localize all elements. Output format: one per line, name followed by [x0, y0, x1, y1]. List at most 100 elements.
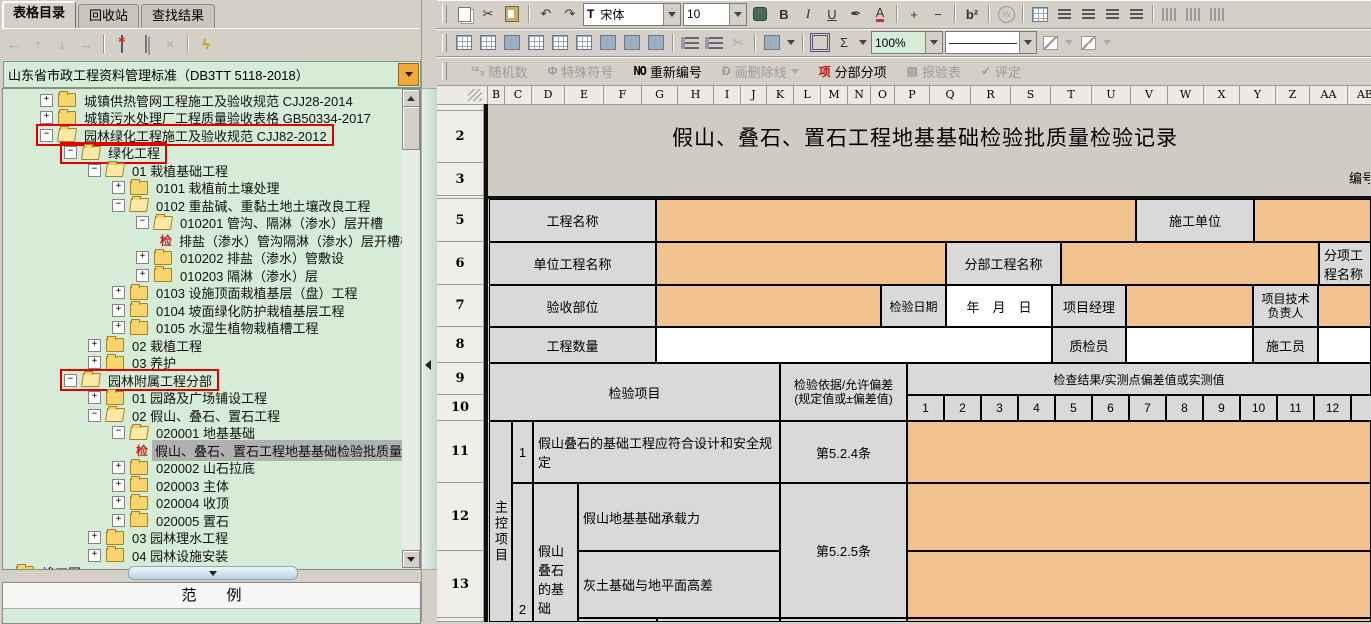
tree-vertical-scrollbar[interactable]	[402, 89, 418, 567]
expand-icon[interactable]: +	[112, 496, 125, 509]
panel-collapse-handle[interactable]	[128, 566, 298, 580]
cell-input[interactable]	[907, 551, 1371, 618]
column-header-S[interactable]: S	[1011, 86, 1051, 105]
expand-icon[interactable]: +	[112, 286, 125, 299]
column-header-H[interactable]: H	[678, 86, 714, 105]
row-header-13[interactable]: 13	[437, 551, 484, 618]
expand-icon[interactable]: +	[88, 356, 101, 369]
row-header-14[interactable]	[437, 618, 484, 622]
cell-input[interactable]	[1126, 327, 1253, 363]
result-col-10[interactable]: 10	[1240, 395, 1277, 421]
result-col-2[interactable]: 2	[944, 395, 981, 421]
align-justify-icon[interactable]	[1125, 4, 1147, 24]
column-header-T[interactable]: T	[1051, 86, 1092, 105]
cell-input[interactable]	[1318, 285, 1371, 327]
italic-icon[interactable]: I	[797, 4, 819, 24]
combo-dropdown-button[interactable]	[925, 32, 942, 53]
expand-icon[interactable]: +	[136, 251, 149, 264]
table-fill-icon[interactable]	[501, 33, 523, 53]
column-header-Q[interactable]: Q	[930, 86, 971, 105]
expand-icon[interactable]: +	[88, 531, 101, 544]
row-header-11[interactable]: 11	[437, 421, 484, 483]
standard-selector-dropdown-button[interactable]	[398, 63, 419, 86]
dropdown-arrow-icon[interactable]	[785, 40, 797, 45]
undo-icon[interactable]: ↶	[535, 4, 557, 24]
sum-icon[interactable]: Σ	[833, 33, 855, 53]
result-col-7[interactable]: 7	[1129, 395, 1166, 421]
tree-item[interactable]: 竣工图	[14, 564, 86, 571]
insert-frame-icon[interactable]	[809, 33, 831, 53]
result-col-3[interactable]: 3	[981, 395, 1018, 421]
column-header-C[interactable]: C	[505, 86, 532, 105]
row-header-3[interactable]: 3	[437, 163, 484, 196]
align-left-icon[interactable]	[1053, 4, 1075, 24]
cell-input[interactable]	[1318, 327, 1371, 363]
row-header-8[interactable]: 8	[437, 327, 484, 363]
collapse-icon[interactable]: −	[112, 199, 125, 212]
tree-item-label[interactable]: 竣工图	[39, 562, 84, 570]
lock-cell-icon[interactable]	[645, 33, 667, 53]
dropdown-arrow-icon[interactable]	[857, 40, 869, 45]
splitter-collapse-arrow-icon[interactable]	[425, 360, 431, 370]
column-header-Z[interactable]: Z	[1276, 86, 1310, 105]
scroll-down-button[interactable]	[402, 550, 420, 568]
collapse-icon[interactable]: −	[88, 409, 101, 422]
collapse-icon[interactable]: −	[40, 129, 53, 142]
result-col-4[interactable]: 4	[1018, 395, 1055, 421]
expand-icon[interactable]: +	[88, 391, 101, 404]
delete-cell-icon[interactable]	[477, 33, 499, 53]
renumber-button[interactable]: NO重新编号	[633, 62, 701, 81]
row-header-7[interactable]: 7	[437, 285, 484, 327]
expand-icon[interactable]: +	[40, 111, 53, 124]
zoom-combo[interactable]: 100%	[871, 31, 943, 54]
column-header-L[interactable]: L	[794, 86, 821, 105]
column-header-I[interactable]: I	[714, 86, 741, 105]
underline-icon[interactable]: U	[821, 4, 843, 24]
redo-icon[interactable]: ↷	[559, 4, 581, 24]
cell-input[interactable]	[656, 242, 946, 285]
cell-date_placeholder[interactable]: 年 月 日	[946, 285, 1052, 327]
row-header-10[interactable]: 10	[437, 395, 484, 421]
column-header-R[interactable]: R	[971, 86, 1011, 105]
column-header-G[interactable]: G	[642, 86, 678, 105]
subitem-button[interactable]: 项分部分项	[819, 62, 887, 81]
scroll-up-button[interactable]	[402, 89, 420, 107]
collapse-icon[interactable]: −	[88, 164, 101, 177]
filter-icon[interactable]: ϟ	[196, 34, 216, 54]
toolbar-grip[interactable]	[442, 5, 447, 23]
cell-input[interactable]	[1061, 242, 1319, 285]
collapse-icon[interactable]: −	[136, 216, 149, 229]
format-painter-icon[interactable]	[749, 4, 771, 24]
font-combo[interactable]: T宋体	[583, 3, 681, 26]
new-table-icon[interactable]	[112, 34, 132, 54]
tree-item[interactable]: +04 园林设施安装	[86, 546, 233, 564]
font-size-combo[interactable]: 10	[683, 3, 747, 26]
row-header-12[interactable]: 12	[437, 483, 484, 551]
column-header-J[interactable]: J	[741, 86, 767, 105]
expand-icon[interactable]: +	[112, 304, 125, 317]
column-header-N[interactable]: N	[848, 86, 871, 105]
increase-size-icon[interactable]: +	[903, 4, 925, 24]
pattern-fill-icon[interactable]	[761, 33, 783, 53]
toolbar-grip[interactable]	[442, 34, 447, 52]
cell-input[interactable]	[656, 327, 1052, 363]
panel-splitter[interactable]	[421, 88, 438, 570]
column-header-B[interactable]: B	[488, 86, 505, 105]
toolbar-grip[interactable]	[442, 62, 447, 80]
result-col-8[interactable]: 8	[1166, 395, 1203, 421]
column-header-AB[interactable]: AB	[1348, 86, 1371, 105]
column-header-V[interactable]: V	[1131, 86, 1168, 105]
cell-input[interactable]	[656, 285, 881, 327]
column-header-W[interactable]: W	[1168, 86, 1204, 105]
ink-color-icon[interactable]: ✒	[845, 4, 867, 24]
column-header-D[interactable]: D	[532, 86, 565, 105]
cell-input[interactable]	[656, 199, 1136, 242]
superscript-icon[interactable]: b²	[961, 4, 983, 24]
column-header-AA[interactable]: AA	[1310, 86, 1348, 105]
standard-selector[interactable]: 山东省市政工程资料管理标准（DB3TT 5118-2018）	[3, 61, 421, 88]
result-col-1[interactable]: 1	[907, 395, 944, 421]
row-header-2[interactable]: 2	[437, 111, 484, 163]
expand-icon[interactable]: +	[40, 94, 53, 107]
expand-icon[interactable]: +	[136, 269, 149, 282]
shift-cells-icon[interactable]	[597, 33, 619, 53]
